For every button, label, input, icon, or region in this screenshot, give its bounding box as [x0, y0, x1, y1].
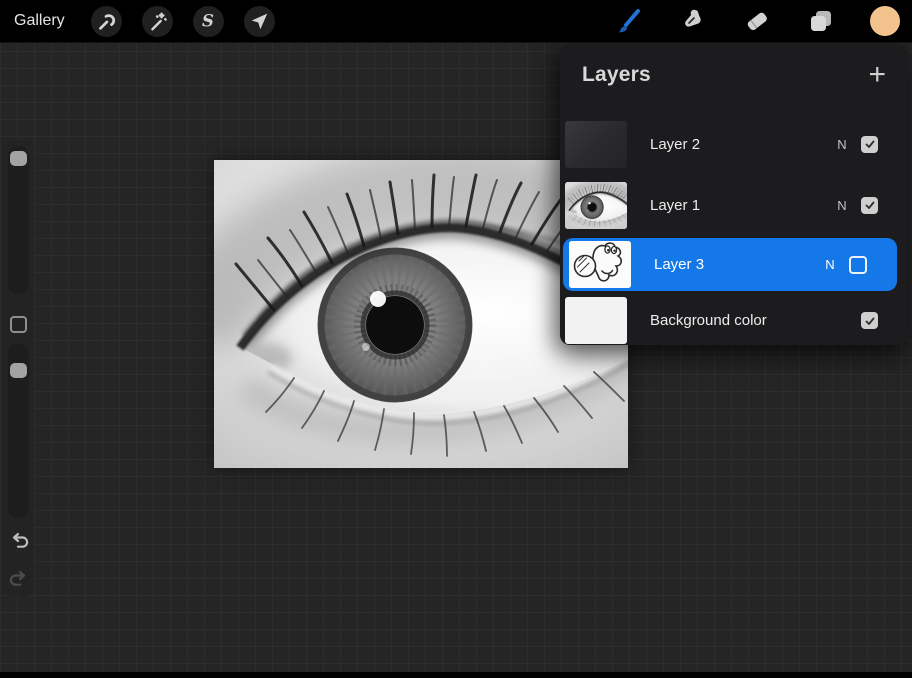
layer-row-layer-3-selected[interactable]: Layer 3 N	[563, 238, 897, 291]
layer-thumbnail	[569, 241, 631, 288]
gallery-button[interactable]: Gallery	[14, 12, 71, 30]
layers-panel-header: Layers +	[560, 44, 908, 106]
layer-thumbnail	[565, 181, 627, 229]
sketch-thumbnail	[569, 241, 631, 288]
brush-sidebar	[3, 140, 34, 596]
erase-tool-button[interactable]	[740, 4, 774, 38]
layers-stack-icon	[811, 11, 831, 31]
undo-button[interactable]	[7, 530, 31, 554]
eye-thumbnail	[565, 182, 627, 229]
selection-s-icon: S	[202, 12, 214, 31]
check-icon	[865, 317, 874, 325]
visibility-checkbox[interactable]	[861, 135, 878, 153]
transform-arrow-icon	[251, 13, 268, 30]
layer-row-background-color[interactable]: Background color	[560, 296, 908, 345]
visibility-checkbox[interactable]	[861, 312, 878, 329]
layers-button[interactable]	[804, 4, 838, 38]
layer-thumbnail	[565, 297, 627, 344]
procreate-app: Gallery S Layers + Layer 2 N Layer 1 N L…	[0, 0, 912, 678]
visibility-checkbox[interactable]	[849, 255, 867, 274]
layer-row-layer-1[interactable]: Layer 1 N	[560, 179, 908, 231]
redo-button[interactable]	[7, 568, 31, 592]
brush-opacity-slider[interactable]	[8, 344, 29, 518]
layer-thumbnail	[565, 120, 627, 168]
modify-button[interactable]	[10, 316, 27, 333]
check-icon	[865, 201, 874, 209]
layer-name: Layer 3	[654, 256, 705, 273]
add-layer-button[interactable]: +	[868, 60, 886, 90]
wrench-icon	[99, 14, 116, 30]
color-swatch-button[interactable]	[868, 4, 902, 38]
transform-button[interactable]	[243, 5, 275, 37]
layer-name: Layer 2	[650, 135, 701, 153]
undo-icon	[12, 532, 29, 548]
redo-icon	[9, 570, 26, 586]
top-toolbar: Gallery S	[0, 0, 912, 43]
check-icon	[865, 140, 874, 148]
paint-tool-button[interactable]	[612, 4, 646, 38]
magic-wand-icon	[151, 12, 167, 31]
actions-button[interactable]	[90, 5, 122, 37]
paintbrush-icon	[619, 9, 640, 33]
toolbar-right-group	[612, 4, 912, 38]
eraser-icon	[747, 12, 767, 31]
blend-mode-badge[interactable]: N	[829, 137, 855, 152]
layers-panel-title: Layers	[582, 63, 651, 86]
layer-row-layer-2[interactable]: Layer 2 N	[560, 118, 908, 170]
svg-text:S: S	[202, 12, 214, 31]
smudge-tool-button[interactable]	[676, 4, 710, 38]
layers-panel: Layers + Layer 2 N Layer 1 N Layer 3 N B…	[560, 44, 908, 345]
active-color-swatch	[870, 6, 900, 36]
blend-mode-badge[interactable]: N	[829, 198, 855, 213]
brush-opacity-handle[interactable]	[10, 363, 27, 378]
brush-size-slider[interactable]	[8, 146, 29, 294]
blend-mode-badge[interactable]: N	[817, 257, 843, 272]
brush-size-handle[interactable]	[10, 151, 27, 166]
visibility-checkbox[interactable]	[861, 196, 878, 214]
bottom-edge	[0, 672, 912, 678]
layer-name: Layer 1	[650, 196, 701, 214]
toolbar-left-group: Gallery S	[0, 5, 275, 37]
selection-button[interactable]: S	[192, 5, 224, 37]
adjustments-button[interactable]	[141, 5, 173, 37]
smudge-finger-icon	[685, 9, 701, 27]
layer-name: Background color	[650, 312, 767, 329]
